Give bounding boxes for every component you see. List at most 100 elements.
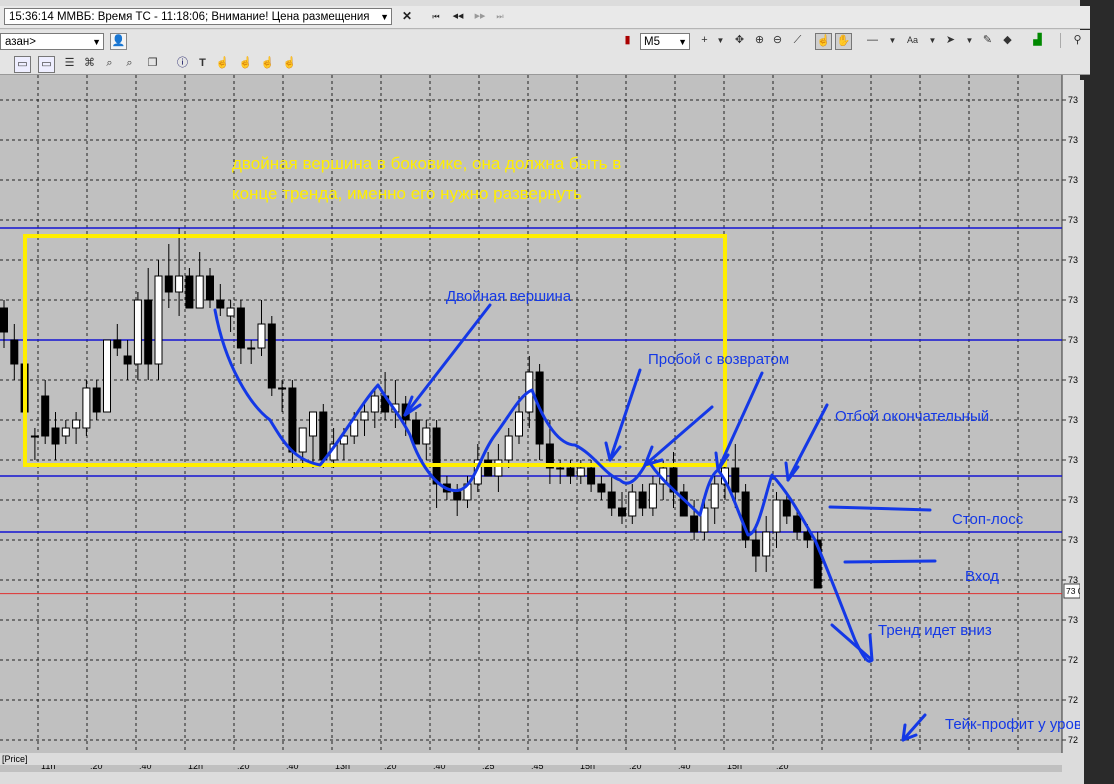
candle-body: [556, 467, 565, 470]
close-icon[interactable]: ✕: [398, 8, 416, 25]
price-tick-label: 73 200: [1068, 455, 1080, 465]
zoom-icon[interactable]: ⌕: [102, 56, 117, 71]
candle-body: [648, 483, 657, 509]
candle-body: [133, 299, 142, 365]
zoom-out-icon[interactable]: ⊖: [770, 33, 785, 48]
candle-body: [226, 307, 235, 317]
info-icon[interactable]: ⓘ: [175, 56, 190, 71]
candle-body: [309, 411, 317, 437]
price-tick-label: 73 300: [1068, 375, 1080, 385]
annotation-text-line2: конце тренда, именно его нужно развернут…: [232, 184, 582, 203]
next-icon[interactable]: ▶▶: [472, 8, 488, 25]
price-tick-label: 73 250: [1068, 415, 1080, 425]
candle-body: [597, 483, 606, 493]
candle-body: [298, 427, 307, 453]
price-tick-label: 73 000: [1068, 615, 1080, 625]
chart-toolbar: азан> ▼ 👤 ▮ M5 ▼ + ▼ ✥ ⊕ ⊖ ⟋ ☝ ✋ — ▼ Аа …: [0, 30, 1090, 55]
candle-body: [175, 275, 184, 293]
table-icon[interactable]: ⌘: [82, 56, 97, 71]
timeframe-combo[interactable]: M5 ▼: [640, 33, 690, 50]
hand-icon[interactable]: ☝: [815, 33, 832, 50]
hand-icon[interactable]: ☝: [260, 56, 275, 71]
search-icon[interactable]: ⚲: [1070, 33, 1085, 48]
label-final-bounce: Отбой окончательный: [835, 408, 989, 425]
candle-body: [690, 515, 699, 533]
hand-grab-icon[interactable]: ✋: [835, 33, 852, 50]
price-tick-label: 73 650: [1068, 95, 1080, 105]
candle-body: [515, 411, 523, 437]
price-tick-label: 73 350: [1068, 335, 1080, 345]
candle-body: [72, 419, 81, 429]
font-icon[interactable]: Аа: [905, 33, 920, 48]
message-combo[interactable]: 15:36:14 ММВБ: Время ТС - 11:18:06; Вним…: [4, 8, 392, 25]
arrow-icon[interactable]: ➤: [943, 33, 958, 48]
candle-body: [154, 275, 163, 365]
copy-icon[interactable]: ❐: [145, 56, 160, 71]
candle-body: [772, 499, 781, 533]
plus-icon[interactable]: +: [697, 33, 712, 48]
candle-body: [453, 491, 462, 501]
text-icon[interactable]: T: [195, 56, 210, 71]
candle-body: [257, 323, 266, 349]
zoom-out-icon[interactable]: ⌕: [122, 56, 137, 71]
current-price-label: 73 033: [1066, 586, 1080, 596]
separator: [1060, 33, 1063, 48]
hand-icon[interactable]: ☝: [282, 56, 297, 71]
magic-icon[interactable]: ◆: [1000, 33, 1015, 48]
chevron-down-icon[interactable]: ▼: [885, 33, 900, 48]
candle-body: [267, 323, 276, 389]
indicator-icon[interactable]: ▟: [1030, 33, 1045, 48]
candle-body: [144, 299, 153, 365]
chevron-down-icon[interactable]: ▼: [962, 33, 977, 48]
terminal-window: 15:36:14 ММВБ: Время ТС - 11:18:06; Вним…: [0, 0, 1114, 784]
ruler-icon[interactable]: ⟋: [790, 33, 805, 48]
hand-icon[interactable]: ☝: [215, 56, 230, 71]
bar-chart-icon[interactable]: ▮: [620, 33, 635, 48]
candle-body: [247, 347, 256, 350]
candle-body: [319, 411, 328, 461]
candle-body: [618, 507, 626, 517]
price-tick-label: 73 500: [1068, 215, 1080, 225]
instrument-combo[interactable]: азан> ▼: [0, 33, 104, 50]
window-icon[interactable]: ▭: [14, 56, 31, 73]
candle-body: [92, 387, 101, 413]
price-tick-label: 72 950: [1068, 655, 1080, 665]
first-icon[interactable]: ⏮: [428, 8, 444, 25]
prev-icon[interactable]: ◀◀: [450, 8, 466, 25]
annotation-text-line1: двойная вершина в боковике, она должна б…: [232, 154, 621, 173]
chevron-down-icon[interactable]: ▼: [925, 33, 940, 48]
line-icon[interactable]: —: [865, 33, 880, 48]
price-tick-label: 73 600: [1068, 135, 1080, 145]
draw-icon[interactable]: ✎: [980, 33, 995, 48]
user-icon[interactable]: 👤: [110, 33, 127, 50]
list-icon[interactable]: ☰: [62, 56, 77, 71]
candle-body: [0, 307, 8, 333]
price-tick-label: 73 450: [1068, 255, 1080, 265]
hand-icon[interactable]: ☝: [238, 56, 253, 71]
zoom-in-icon[interactable]: ⊕: [752, 33, 767, 48]
candle-body: [731, 467, 740, 493]
move-icon[interactable]: ✥: [732, 33, 747, 48]
candle-body: [10, 339, 19, 365]
window-icon[interactable]: ▭: [38, 56, 55, 73]
candle-body: [51, 427, 60, 445]
candle-body: [278, 387, 287, 390]
candle-body: [782, 499, 791, 517]
price-chart[interactable]: 73 650 73 600 73 550 73 500 73 450 73 400 73 3…: [0, 75, 1080, 772]
label-stop-loss: Стоп-лосс: [952, 511, 1024, 528]
candle-body: [113, 339, 122, 349]
candle-body: [576, 467, 585, 477]
candle-body: [360, 411, 369, 421]
instrument-combo-text: азан>: [5, 36, 37, 48]
chevron-down-icon[interactable]: ▼: [713, 33, 728, 48]
candle-body: [494, 459, 503, 477]
candle-body: [484, 459, 493, 477]
last-icon[interactable]: ⏭: [492, 8, 508, 25]
candle-body: [206, 275, 214, 301]
price-tick-label: 73 400: [1068, 295, 1080, 305]
price-tick-label: 73 100: [1068, 535, 1080, 545]
candle-body: [762, 531, 771, 557]
candle-body: [216, 299, 225, 309]
candle-body: [288, 387, 297, 453]
candle-body: [412, 419, 420, 445]
